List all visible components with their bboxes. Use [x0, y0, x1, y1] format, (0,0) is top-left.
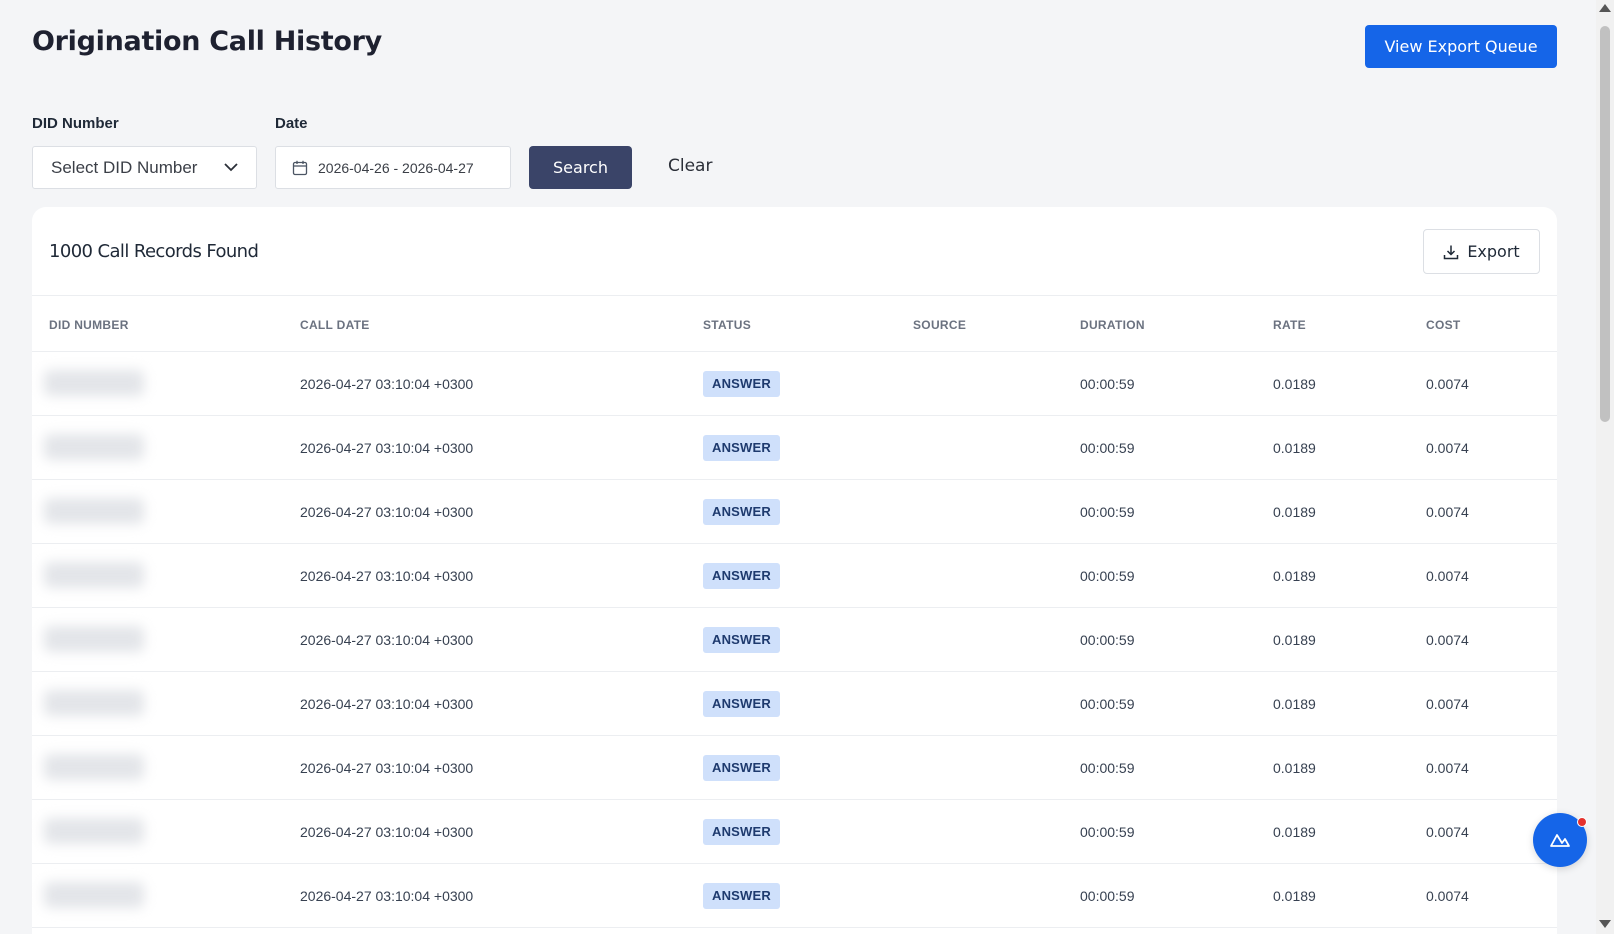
did-number-redacted [44, 626, 144, 652]
table-row[interactable]: 2026-04-27 03:10:04 +0300 ANSWER 00:00:5… [32, 736, 1557, 800]
column-header-did-number[interactable]: DID NUMBER [49, 318, 129, 332]
table-row[interactable]: 2026-04-27 03:10:04 +0300 ANSWER 00:00:5… [32, 480, 1557, 544]
rate-cell: 0.0189 [1273, 824, 1316, 840]
call-date-cell: 2026-04-27 03:10:04 +0300 [300, 696, 474, 712]
view-export-queue-button[interactable]: View Export Queue [1365, 25, 1557, 68]
duration-cell: 00:00:59 [1080, 568, 1135, 584]
duration-cell: 00:00:59 [1080, 824, 1135, 840]
cost-cell: 0.0074 [1426, 632, 1469, 648]
download-icon [1443, 244, 1459, 260]
call-date-cell: 2026-04-27 03:10:04 +0300 [300, 632, 474, 648]
column-header-status[interactable]: STATUS [703, 318, 751, 332]
duration-cell: 00:00:59 [1080, 504, 1135, 520]
duration-cell: 00:00:59 [1080, 696, 1135, 712]
table-row[interactable]: 2026-04-27 03:10:04 +0300 ANSWER 00:00:5… [32, 544, 1557, 608]
table-row[interactable]: 2026-04-27 03:10:04 +0300 ANSWER 00:00:5… [32, 352, 1557, 416]
did-number-redacted [44, 882, 144, 908]
cost-cell: 0.0074 [1426, 760, 1469, 776]
did-number-redacted [44, 370, 144, 396]
status-badge: ANSWER [703, 627, 780, 653]
status-badge: ANSWER [703, 499, 780, 525]
did-number-placeholder: Select DID Number [51, 157, 198, 177]
scroll-up-arrow-icon[interactable] [1599, 4, 1611, 12]
rate-cell: 0.0189 [1273, 376, 1316, 392]
duration-cell: 00:00:59 [1080, 632, 1135, 648]
chat-widget-icon [1549, 831, 1571, 849]
did-number-redacted [44, 562, 144, 588]
chat-widget-button[interactable] [1533, 813, 1587, 867]
call-date-cell: 2026-04-27 03:10:04 +0300 [300, 376, 474, 392]
status-badge: ANSWER [703, 883, 780, 909]
cost-cell: 0.0074 [1426, 504, 1469, 520]
column-header-rate[interactable]: RATE [1273, 318, 1306, 332]
rate-cell: 0.0189 [1273, 760, 1316, 776]
rate-cell: 0.0189 [1273, 696, 1316, 712]
call-date-cell: 2026-04-27 03:10:04 +0300 [300, 568, 474, 584]
status-badge: ANSWER [703, 691, 780, 717]
status-badge: ANSWER [703, 435, 780, 461]
table-row[interactable]: 2026-04-27 03:10:04 +0300 ANSWER 00:00:5… [32, 800, 1557, 864]
calendar-icon [292, 160, 308, 176]
export-button[interactable]: Export [1423, 229, 1540, 274]
rate-cell: 0.0189 [1273, 440, 1316, 456]
did-number-redacted [44, 754, 144, 780]
table-row[interactable]: 2026-04-27 03:10:04 +0300 ANSWER 00:00:5… [32, 608, 1557, 672]
cost-cell: 0.0074 [1426, 440, 1469, 456]
did-number-select[interactable]: Select DID Number [32, 146, 257, 189]
cost-cell: 0.0074 [1426, 824, 1469, 840]
status-badge: ANSWER [703, 819, 780, 845]
column-header-cost[interactable]: COST [1426, 318, 1461, 332]
did-number-redacted [44, 690, 144, 716]
duration-cell: 00:00:59 [1080, 376, 1135, 392]
cost-cell: 0.0074 [1426, 376, 1469, 392]
call-date-cell: 2026-04-27 03:10:04 +0300 [300, 504, 474, 520]
page: Origination Call History View Export Que… [0, 0, 1596, 934]
results-card: 1000 Call Records Found Export DID NUMBE… [32, 207, 1557, 934]
column-header-duration[interactable]: DURATION [1080, 318, 1145, 332]
status-badge: ANSWER [703, 371, 780, 397]
scroll-down-arrow-icon[interactable] [1599, 920, 1611, 928]
search-button[interactable]: Search [529, 146, 632, 189]
duration-cell: 00:00:59 [1080, 888, 1135, 904]
scrollbar-thumb[interactable] [1600, 26, 1610, 422]
table-row[interactable]: 2026-04-27 03:10:04 +0300 ANSWER 00:00:5… [32, 416, 1557, 480]
status-badge: ANSWER [703, 755, 780, 781]
export-label: Export [1467, 242, 1520, 261]
records-count: 1000 Call Records Found [49, 241, 259, 262]
column-header-source[interactable]: SOURCE [913, 318, 966, 332]
table-header: DID NUMBER CALL DATE STATUS SOURCE DURAT… [32, 295, 1557, 352]
date-range-value: 2026-04-26 - 2026-04-27 [318, 159, 474, 176]
call-date-cell: 2026-04-27 03:10:04 +0300 [300, 824, 474, 840]
page-title: Origination Call History [32, 26, 382, 57]
rate-cell: 0.0189 [1273, 568, 1316, 584]
duration-cell: 00:00:59 [1080, 440, 1135, 456]
table-row[interactable]: 2026-04-27 03:10:04 +0300 ANSWER 00:00:5… [32, 672, 1557, 736]
did-number-redacted [44, 818, 144, 844]
duration-cell: 00:00:59 [1080, 760, 1135, 776]
date-label: Date [275, 115, 308, 132]
date-range-input[interactable]: 2026-04-26 - 2026-04-27 [275, 146, 511, 189]
rate-cell: 0.0189 [1273, 504, 1316, 520]
notification-dot [1577, 817, 1587, 827]
rate-cell: 0.0189 [1273, 888, 1316, 904]
rate-cell: 0.0189 [1273, 632, 1316, 648]
clear-button[interactable]: Clear [668, 156, 712, 176]
vertical-scrollbar[interactable] [1596, 0, 1614, 934]
cost-cell: 0.0074 [1426, 568, 1469, 584]
call-date-cell: 2026-04-27 03:10:04 +0300 [300, 888, 474, 904]
call-date-cell: 2026-04-27 03:10:04 +0300 [300, 440, 474, 456]
cost-cell: 0.0074 [1426, 696, 1469, 712]
did-number-redacted [44, 434, 144, 460]
status-badge: ANSWER [703, 563, 780, 589]
did-number-redacted [44, 498, 144, 524]
column-header-call-date[interactable]: CALL DATE [300, 318, 370, 332]
call-date-cell: 2026-04-27 03:10:04 +0300 [300, 760, 474, 776]
did-number-label: DID Number [32, 115, 119, 132]
cost-cell: 0.0074 [1426, 888, 1469, 904]
table-row[interactable]: 2026-04-27 03:10:04 +0300 ANSWER 00:00:5… [32, 864, 1557, 928]
chevron-down-icon [224, 163, 238, 172]
